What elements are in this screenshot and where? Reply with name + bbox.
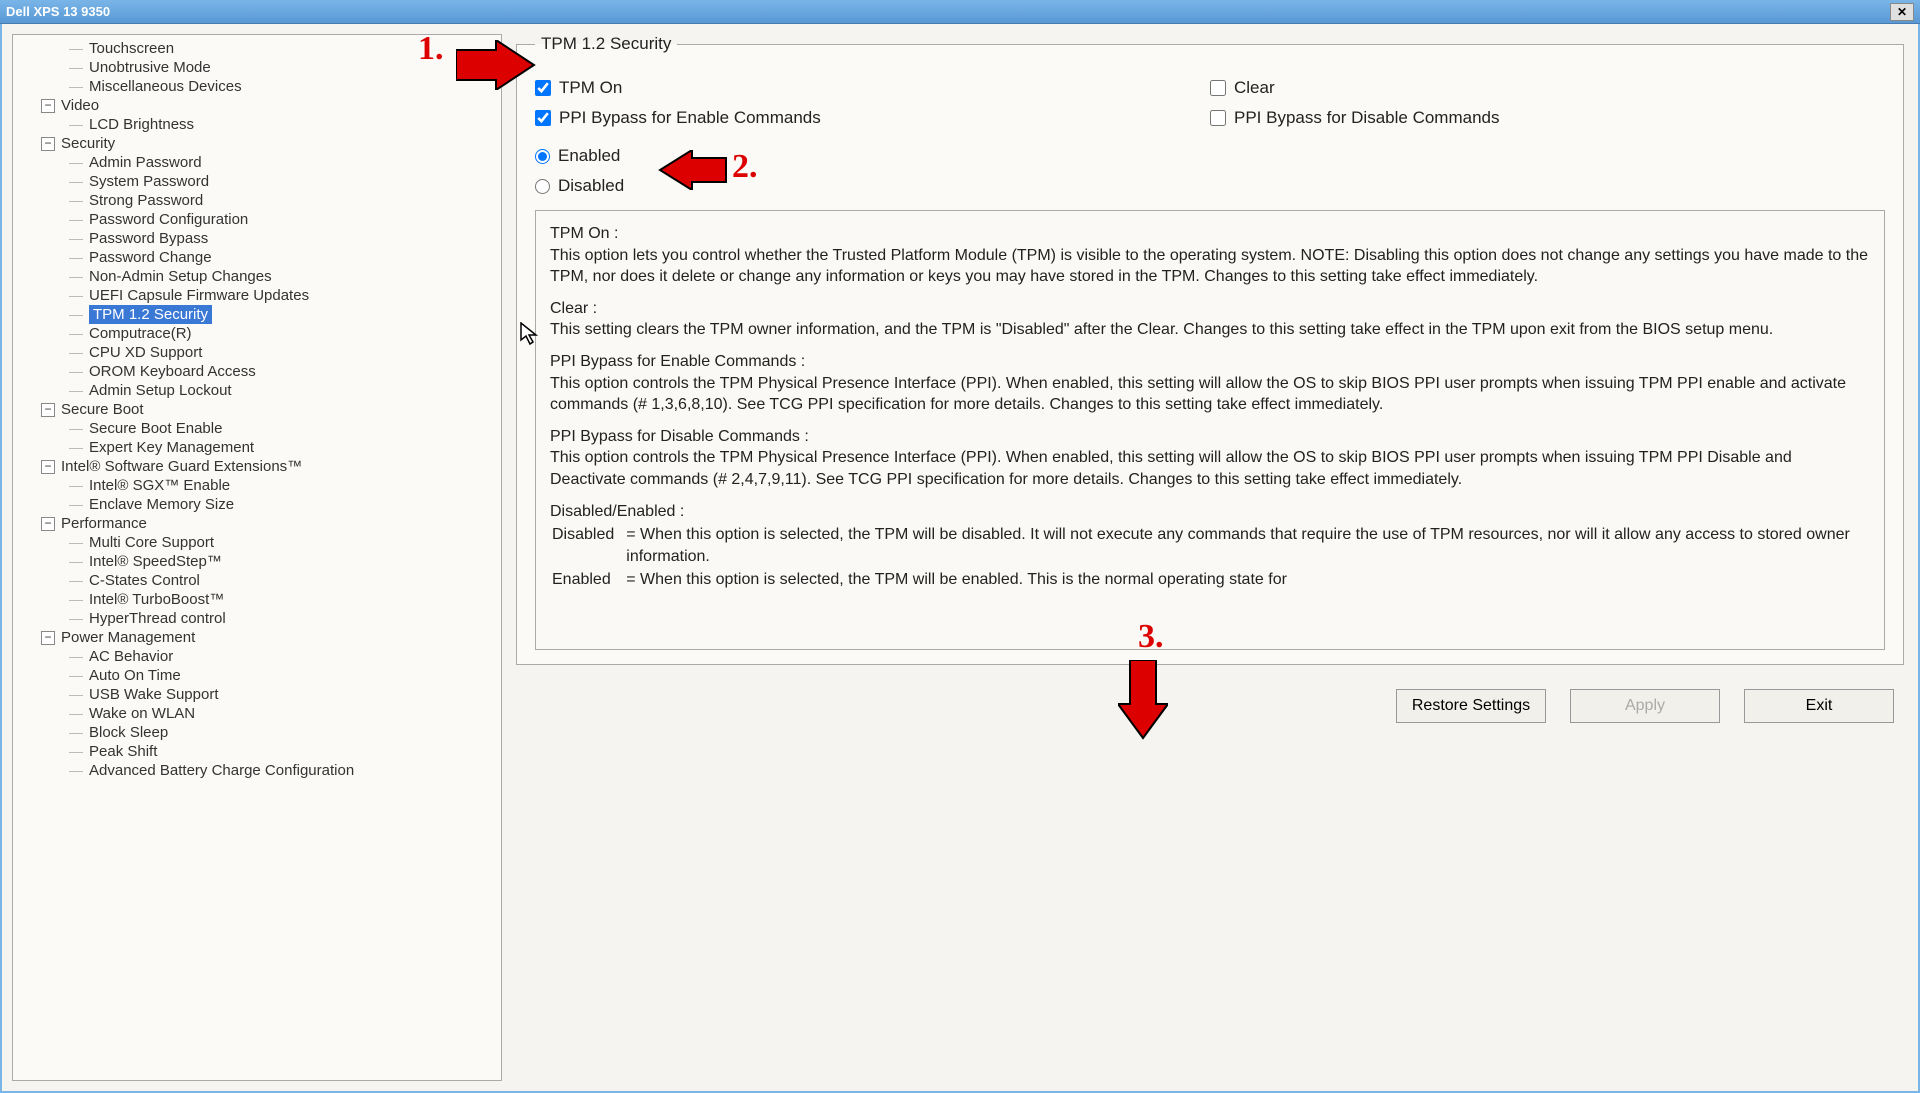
tree-item[interactable]: HyperThread control — [13, 609, 501, 628]
tree-item[interactable]: Admin Password — [13, 153, 501, 172]
main-panel: TPM 1.2 Security TPM On Clear PPI Bypass… — [512, 24, 1918, 1091]
tree-item[interactable]: Password Change — [13, 248, 501, 267]
ppi-enable-checkbox[interactable] — [535, 110, 551, 126]
sidebar-tree[interactable]: TouchscreenUnobtrusive ModeMiscellaneous… — [13, 35, 501, 1080]
help-ppidis-heading: PPI Bypass for Disable Commands : — [550, 426, 1870, 448]
tree-item[interactable]: TPM 1.2 Security — [89, 305, 212, 324]
enabled-radio[interactable] — [535, 149, 550, 164]
tree-category[interactable]: Security — [13, 134, 501, 153]
disabled-label: Disabled — [558, 176, 624, 196]
help-enabled-key: Enabled — [552, 569, 624, 591]
exit-button[interactable]: Exit — [1744, 689, 1894, 723]
tree-item[interactable]: Peak Shift — [13, 742, 501, 761]
titlebar: Dell XPS 13 9350 ✕ — [0, 0, 1920, 24]
tpm-on-checkbox[interactable] — [535, 80, 551, 96]
tree-item[interactable]: Computrace(R) — [13, 324, 501, 343]
tree-item[interactable]: Expert Key Management — [13, 438, 501, 457]
tree-category[interactable]: Performance — [13, 514, 501, 533]
tree-item[interactable]: Non-Admin Setup Changes — [13, 267, 501, 286]
clear-checkbox[interactable] — [1210, 80, 1226, 96]
help-disabled-val: = When this option is selected, the TPM … — [626, 524, 1868, 567]
tree-item[interactable]: Admin Setup Lockout — [13, 381, 501, 400]
tree-item[interactable]: UEFI Capsule Firmware Updates — [13, 286, 501, 305]
help-tpm-on-heading: TPM On : — [550, 223, 1870, 245]
help-clear-body: This setting clears the TPM owner inform… — [550, 319, 1870, 341]
tree-item[interactable]: Intel® SGX™ Enable — [13, 476, 501, 495]
tree-category[interactable]: Intel® Software Guard Extensions™ — [13, 457, 501, 476]
ppi-disable-checkbox[interactable] — [1210, 110, 1226, 126]
tree-item[interactable]: Password Bypass — [13, 229, 501, 248]
ppi-enable-label: PPI Bypass for Enable Commands — [559, 108, 821, 128]
tree-item[interactable]: Advanced Battery Charge Configuration — [13, 761, 501, 780]
tpm-on-label: TPM On — [559, 78, 622, 98]
ppi-disable-label: PPI Bypass for Disable Commands — [1234, 108, 1500, 128]
help-de-heading: Disabled/Enabled : — [550, 501, 1870, 523]
help-ppien-heading: PPI Bypass for Enable Commands : — [550, 351, 1870, 373]
tree-item[interactable]: LCD Brightness — [13, 115, 501, 134]
sidebar: TouchscreenUnobtrusive ModeMiscellaneous… — [12, 34, 502, 1081]
apply-button[interactable]: Apply — [1570, 689, 1720, 723]
tree-category[interactable]: Secure Boot — [13, 400, 501, 419]
tree-item[interactable]: C-States Control — [13, 571, 501, 590]
tree-item[interactable]: Intel® TurboBoost™ — [13, 590, 501, 609]
tree-item[interactable]: CPU XD Support — [13, 343, 501, 362]
help-de-table: Disabled = When this option is selected,… — [550, 522, 1870, 593]
tree-item[interactable]: Auto On Time — [13, 666, 501, 685]
footer: Restore Settings Apply Exit — [516, 665, 1904, 733]
help-tpm-on-body: This option lets you control whether the… — [550, 245, 1870, 288]
clear-label: Clear — [1234, 78, 1275, 98]
enabled-label: Enabled — [558, 146, 620, 166]
tree-item[interactable]: Strong Password — [13, 191, 501, 210]
help-enabled-val: = When this option is selected, the TPM … — [626, 569, 1868, 591]
tree-item[interactable]: OROM Keyboard Access — [13, 362, 501, 381]
back-button[interactable]: ◄ — [472, 52, 498, 78]
help-ppidis-body: This option controls the TPM Physical Pr… — [550, 447, 1870, 490]
disabled-radio[interactable] — [535, 179, 550, 194]
restore-button[interactable]: Restore Settings — [1396, 689, 1546, 723]
tree-category[interactable]: Video — [13, 96, 501, 115]
help-disabled-key: Disabled — [552, 524, 624, 567]
window-body: TouchscreenUnobtrusive ModeMiscellaneous… — [0, 24, 1920, 1093]
tree-item[interactable]: Miscellaneous Devices — [13, 77, 501, 96]
tree-item[interactable]: Intel® SpeedStep™ — [13, 552, 501, 571]
tree-item[interactable]: System Password — [13, 172, 501, 191]
tree-item[interactable]: Unobtrusive Mode — [13, 58, 501, 77]
window-title: Dell XPS 13 9350 — [6, 4, 1890, 19]
tree-item[interactable]: Block Sleep — [13, 723, 501, 742]
help-text[interactable]: TPM On : This option lets you control wh… — [535, 210, 1885, 650]
close-button[interactable]: ✕ — [1890, 3, 1914, 21]
tree-category[interactable]: Power Management — [13, 628, 501, 647]
tree-item[interactable]: USB Wake Support — [13, 685, 501, 704]
group-legend: TPM 1.2 Security — [535, 34, 677, 54]
tree-item[interactable]: Multi Core Support — [13, 533, 501, 552]
tpm-group: TPM 1.2 Security TPM On Clear PPI Bypass… — [516, 34, 1904, 665]
tree-item[interactable]: Enclave Memory Size — [13, 495, 501, 514]
tree-item[interactable]: Wake on WLAN — [13, 704, 501, 723]
tree-item[interactable]: Secure Boot Enable — [13, 419, 501, 438]
tree-item[interactable]: Password Configuration — [13, 210, 501, 229]
help-ppien-body: This option controls the TPM Physical Pr… — [550, 373, 1870, 416]
help-clear-heading: Clear : — [550, 298, 1870, 320]
tree-item[interactable]: Touchscreen — [13, 39, 501, 58]
tree-item[interactable]: AC Behavior — [13, 647, 501, 666]
